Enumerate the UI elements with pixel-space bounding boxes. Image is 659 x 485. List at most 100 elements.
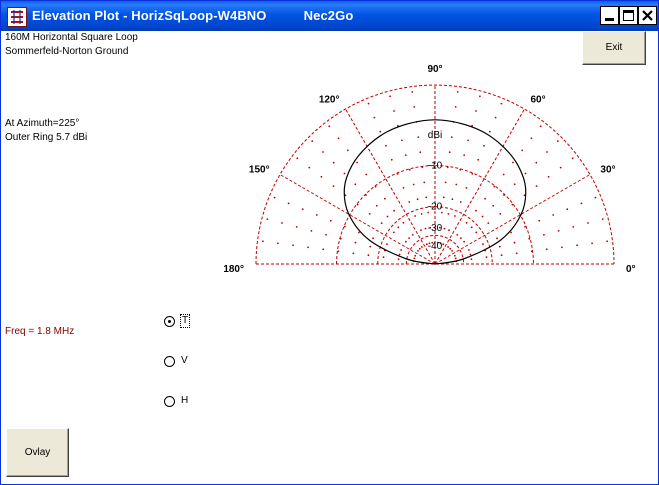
client-area: 160M Horizontal Square Loop Sommerfeld-N… <box>1 31 658 484</box>
grid-dot <box>379 130 382 133</box>
grid-dot <box>418 247 421 250</box>
grid-dot <box>424 227 427 230</box>
grid-dot <box>547 175 550 178</box>
angle-label: 0° <box>626 264 636 275</box>
maximize-button[interactable] <box>619 6 638 25</box>
grid-dot <box>561 246 563 249</box>
grid-dot <box>390 158 393 161</box>
grid-dot <box>365 194 367 196</box>
minimize-button[interactable] <box>600 6 619 25</box>
grid-dot <box>580 202 583 205</box>
grid-dot <box>310 230 313 232</box>
grid-dot <box>496 237 498 240</box>
minimize-icon <box>605 18 614 21</box>
ring-label: -20 <box>428 202 443 213</box>
grid-dot <box>375 204 378 207</box>
grid-dot <box>408 168 411 171</box>
grid-dot <box>320 175 323 178</box>
grid-dot <box>475 209 477 212</box>
angle-label: 120° <box>319 95 340 106</box>
grid-dot <box>475 110 477 112</box>
grid-dot <box>408 201 411 203</box>
grid-dot <box>322 151 324 153</box>
grid-dot <box>373 116 376 119</box>
grid-dot <box>475 231 478 234</box>
grid-dot <box>413 106 416 108</box>
grid-dot <box>444 181 447 184</box>
grid-dot <box>443 227 446 230</box>
grid-dot <box>455 183 458 186</box>
grid-dot <box>413 257 416 260</box>
grid-dot <box>337 137 340 140</box>
grid-dot <box>451 198 454 201</box>
grid-dot <box>545 248 548 251</box>
grid-dot <box>450 136 453 138</box>
grid-dot <box>515 252 518 255</box>
grid-dot <box>543 233 545 236</box>
grid-dot <box>398 253 401 256</box>
grid-dot <box>524 225 526 228</box>
grid-dot <box>469 253 472 256</box>
window-title: Elevation Plot - HorizSqLoop-W4BNO Nec2G… <box>32 8 354 23</box>
grid-dot <box>465 221 468 224</box>
grid-dot <box>539 125 542 128</box>
grid-dot <box>460 237 462 240</box>
grid-dot <box>414 254 417 257</box>
app-icon[interactable] <box>7 7 27 27</box>
grid-dot <box>456 91 459 93</box>
grid-dot <box>292 244 294 247</box>
grid-spoke <box>279 174 436 265</box>
grid-dot <box>459 201 462 203</box>
grid-dot <box>420 213 423 215</box>
grid-dot <box>587 222 589 224</box>
grid-dot <box>594 196 597 199</box>
grid-dot <box>470 226 473 229</box>
grid-dot <box>332 161 335 164</box>
grid-dot <box>463 154 466 156</box>
grid-dot <box>448 151 451 154</box>
grid-dot <box>447 213 450 215</box>
grid-dot <box>400 249 402 251</box>
title-bar[interactable]: Elevation Plot - HorizSqLoop-W4BNO Nec2G… <box>1 1 658 31</box>
grid-dot <box>468 249 470 251</box>
grid-dot <box>482 243 484 246</box>
angle-label: 150° <box>249 165 270 176</box>
ring-label: -10 <box>428 161 443 172</box>
grid-dot <box>453 254 456 257</box>
grid-dot <box>372 237 374 240</box>
grid-dot <box>454 257 457 260</box>
grid-spoke <box>434 174 591 265</box>
grid-spoke <box>434 108 525 265</box>
ring-label: -40 <box>428 241 443 252</box>
grid-dot <box>307 246 309 249</box>
grid-dot <box>513 183 516 186</box>
grid-dot <box>499 213 502 215</box>
grid-dot <box>467 139 469 142</box>
grid-dot <box>500 102 503 105</box>
close-button[interactable] <box>638 6 657 25</box>
grid-dot <box>308 166 311 169</box>
grid-dot <box>408 237 410 240</box>
grid-dot <box>369 245 372 248</box>
grid-dot <box>386 215 389 218</box>
grid-dot <box>512 161 514 164</box>
grid-dot <box>322 248 325 251</box>
grid-dot <box>329 219 332 222</box>
grid-dot <box>479 95 481 98</box>
elevation-polar-chart: 0° 30° 60° 90° 120° 150° 180° dBi -10 -20 -30 -40 <box>223 64 636 275</box>
grid-ring <box>377 206 493 265</box>
grid-dot <box>386 243 388 246</box>
grid-dot <box>456 234 459 236</box>
grid-dot <box>301 208 304 211</box>
grid-dot <box>337 250 340 253</box>
grid-dot <box>411 91 414 93</box>
grid-dot <box>470 258 473 261</box>
grid-dot <box>397 226 400 229</box>
grid-dot <box>402 221 405 224</box>
grid-dot <box>446 166 449 169</box>
grid-dot <box>535 185 538 188</box>
grid-dot <box>332 185 335 188</box>
grid-dot <box>571 157 574 160</box>
grid-dot <box>405 240 407 243</box>
grid-dot <box>459 168 462 171</box>
